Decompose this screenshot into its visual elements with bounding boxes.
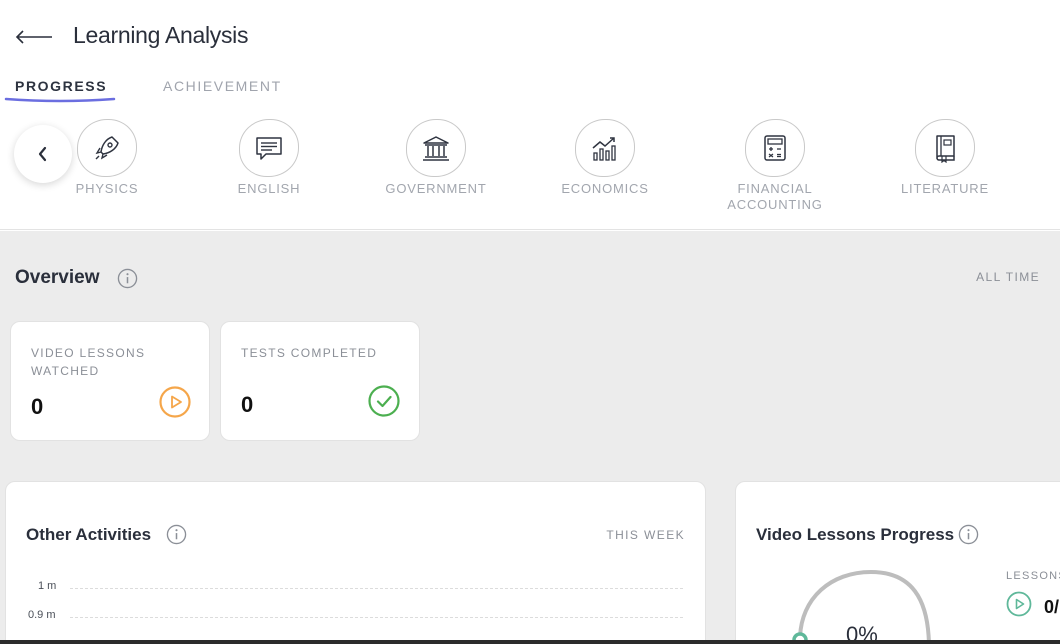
play-circle-icon: [159, 386, 191, 418]
stat-value: 0: [31, 394, 44, 419]
subject-government[interactable]: GOVERNMENT: [361, 119, 511, 197]
rocket-icon: [95, 136, 119, 160]
tab-progress[interactable]: PROGRESS: [15, 78, 107, 94]
info-icon[interactable]: [958, 524, 979, 545]
subject-icon-wrap: [575, 119, 635, 177]
subject-icon-wrap: [745, 119, 805, 177]
stat-label: TESTS COMPLETED: [241, 346, 378, 360]
gridline: [70, 588, 683, 589]
subject-icon-wrap: [77, 119, 137, 177]
lessons-count: 0/: [1044, 597, 1060, 617]
stat-card-tests-completed: TESTS COMPLETED 0: [220, 321, 420, 441]
book-icon: [936, 135, 955, 163]
chat-bubble-icon: [256, 137, 282, 160]
video-lessons-progress-panel: Video Lessons Progress 0% LESSONS 0/: [735, 481, 1060, 644]
back-arrow-icon[interactable]: [14, 24, 54, 50]
bank-building-icon: [423, 136, 449, 161]
play-circle-icon: [1006, 591, 1032, 617]
subject-label: ENGLISH: [237, 181, 301, 196]
subject-label: ECONOMICS: [561, 181, 649, 196]
lessons-label: LESSONS: [1006, 570, 1060, 582]
growth-chart-icon: [592, 137, 616, 161]
info-icon[interactable]: [117, 268, 138, 289]
subject-english[interactable]: ENGLISH: [194, 119, 344, 197]
header: Learning Analysis PROGRESS ACHIEVEMENT P…: [0, 0, 1060, 230]
overview-title: Overview: [15, 267, 100, 288]
chevron-left-icon: [38, 146, 47, 162]
subject-financial-accounting[interactable]: FINANCIAL ACCOUNTING: [700, 119, 850, 213]
subject-label: PHYSICS: [75, 181, 139, 196]
y-axis-tick: 1 m: [38, 580, 57, 592]
video-progress-title: Video Lessons Progress: [756, 525, 955, 544]
subject-icon-wrap: [406, 119, 466, 177]
subject-icon-wrap: [915, 119, 975, 177]
overview-period-filter[interactable]: ALL TIME: [976, 270, 1040, 284]
stat-label: VIDEO LESSONS WATCHED: [31, 346, 146, 378]
subject-economics[interactable]: ECONOMICS: [530, 119, 680, 197]
tab-achievement[interactable]: ACHIEVEMENT: [163, 78, 282, 94]
page-title: Learning Analysis: [73, 22, 249, 48]
subject-label: GOVERNMENT: [385, 181, 487, 196]
gridline: [70, 617, 683, 618]
calculator-icon: [764, 135, 786, 161]
subjects-prev-button[interactable]: [14, 125, 72, 183]
y-axis-tick: 0.9 m: [28, 609, 56, 621]
stat-value: 0: [241, 392, 254, 417]
check-circle-icon: [368, 385, 400, 417]
activities-period-filter[interactable]: THIS WEEK: [606, 528, 685, 542]
info-icon[interactable]: [166, 524, 187, 545]
subject-icon-wrap: [239, 119, 299, 177]
stat-card-video-lessons: VIDEO LESSONS WATCHED 0: [10, 321, 210, 441]
subject-label: LITERATURE: [901, 181, 989, 196]
dashboard-content: Overview ALL TIME VIDEO LESSONS WATCHED …: [0, 231, 1060, 644]
subject-label: FINANCIAL ACCOUNTING: [727, 181, 823, 212]
other-activities-title: Other Activities: [26, 525, 152, 544]
active-tab-indicator: [4, 97, 116, 103]
bottom-edge-bar: [0, 640, 1060, 644]
subject-literature[interactable]: LITERATURE: [870, 119, 1020, 197]
other-activities-panel: Other Activities THIS WEEK 1 m 0.9 m: [5, 481, 706, 644]
